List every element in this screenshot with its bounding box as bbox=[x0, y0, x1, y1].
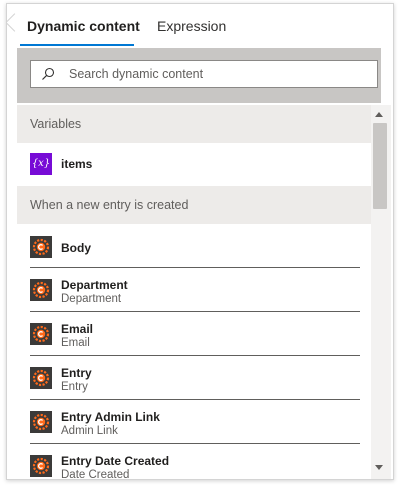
dynamic-content-panel: Dynamic content Expression Variables {x}… bbox=[6, 3, 394, 480]
tab-bar: Dynamic content Expression bbox=[7, 4, 393, 48]
list-scrollbar[interactable] bbox=[371, 105, 391, 479]
list-item-items[interactable]: {x} items bbox=[17, 143, 371, 186]
list-item-title: Email bbox=[61, 322, 94, 336]
list-item-entry-date-created[interactable]: Entry Date Created Date Created bbox=[17, 444, 371, 479]
trigger-app-icon bbox=[30, 279, 52, 301]
list-item-subtitle: Date Created bbox=[61, 469, 130, 479]
trigger-app-icon bbox=[30, 236, 52, 258]
trigger-app-icon bbox=[30, 455, 52, 477]
list-item-title: Body bbox=[61, 241, 91, 255]
scrollbar-thumb[interactable] bbox=[373, 123, 387, 209]
list-item-department[interactable]: Department Department bbox=[17, 268, 371, 312]
scroll-down-arrow-icon[interactable] bbox=[375, 465, 383, 470]
dynamic-content-list: Variables {x} items When a new entry is … bbox=[17, 105, 371, 479]
scroll-up-arrow-icon[interactable] bbox=[375, 112, 383, 117]
list-item-subtitle: Department bbox=[61, 293, 122, 305]
search-input[interactable] bbox=[69, 61, 369, 87]
tab-expression[interactable]: Expression bbox=[157, 18, 226, 34]
trigger-app-icon bbox=[30, 411, 52, 433]
list-item-subtitle: Entry bbox=[61, 381, 88, 393]
list-item-title: Entry Date Created bbox=[61, 454, 170, 468]
active-tab-indicator bbox=[20, 44, 134, 46]
list-item-title: items bbox=[61, 157, 93, 171]
list-item-title: Entry Admin Link bbox=[61, 410, 160, 424]
search-box[interactable] bbox=[30, 60, 378, 88]
list-item-email[interactable]: Email Email bbox=[17, 312, 371, 356]
search-area bbox=[17, 48, 381, 103]
search-icon bbox=[42, 67, 55, 80]
section-header-trigger: When a new entry is created bbox=[17, 186, 371, 224]
list-item-entry[interactable]: Entry Entry bbox=[17, 356, 371, 400]
list-item-subtitle: Admin Link bbox=[61, 425, 118, 437]
variable-icon: {x} bbox=[30, 153, 52, 175]
trigger-app-icon bbox=[30, 367, 52, 389]
section-header-variables: Variables bbox=[17, 105, 371, 143]
list-item-title: Entry bbox=[61, 366, 92, 380]
list-item-entry-admin-link[interactable]: Entry Admin Link Admin Link bbox=[17, 400, 371, 444]
list-item-body[interactable]: Body bbox=[17, 224, 371, 268]
trigger-app-icon bbox=[30, 323, 52, 345]
list-item-subtitle: Email bbox=[61, 337, 90, 349]
tab-dynamic-content[interactable]: Dynamic content bbox=[27, 18, 140, 34]
list-item-title: Department bbox=[61, 278, 128, 292]
